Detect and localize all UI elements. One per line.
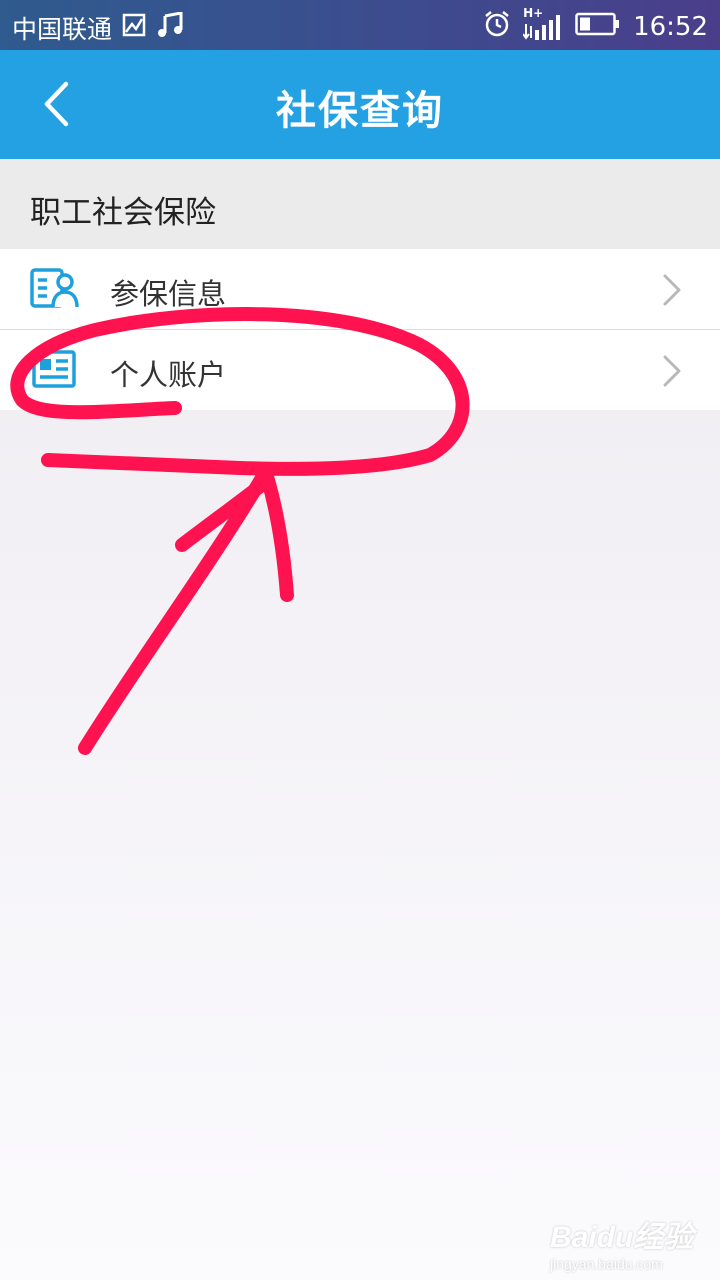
signal-icon: H+ [523,6,563,42]
gallery-icon [122,13,146,43]
watermark-url: jingyan.baidu.com [550,1256,663,1272]
menu-item-personal-account[interactable]: 个人账户 [0,330,720,410]
menu-item-label: 个人账户 [110,358,227,392]
section-title: 职工社会保险 [30,195,216,231]
chevron-right-icon [660,273,684,307]
page-title: 社保查询 [276,88,444,134]
menu-item-label: 参保信息 [110,277,227,311]
watermark: Baidu经验 jingyan.baidu.com [550,1212,693,1272]
menu-list: 参保信息 个人账户 [0,249,720,410]
chevron-right-icon [660,354,684,388]
section-header: 职工社会保险 [0,159,720,249]
clock: 16:52 [633,12,708,42]
watermark-brand: Baidu经验 [550,1221,694,1254]
status-bar: 中国联通 H+ 16:52 [0,0,720,50]
app-bar: 社保查询 [0,50,720,159]
battery-icon [575,12,621,42]
carrier-name: 中国联通 [12,15,113,44]
menu-item-insurance-info[interactable]: 参保信息 [0,249,720,330]
insurance-info-icon [30,267,80,311]
music-icon [156,11,184,44]
personal-account-icon [30,348,80,392]
alarm-icon [483,10,511,44]
